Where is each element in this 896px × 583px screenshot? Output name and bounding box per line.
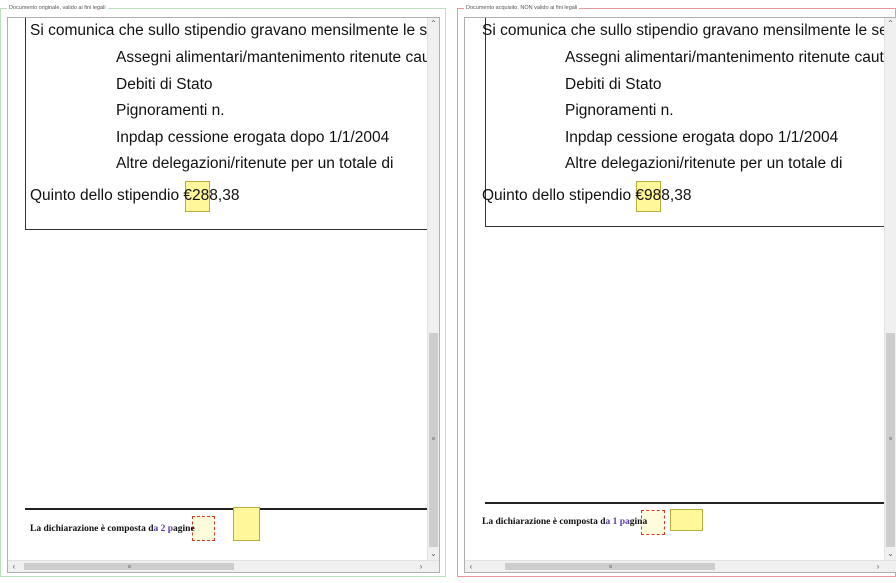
chevron-right-icon[interactable]: › <box>872 561 884 572</box>
quinto-currency: € <box>183 187 193 204</box>
horizontal-scrollbar[interactable]: ‹ › <box>465 560 896 572</box>
chevron-up-icon[interactable]: ⌃ <box>428 18 439 30</box>
list-item: Pignoramenti n. <box>116 102 225 119</box>
quinto-label: Quinto dello stipendio <box>30 187 184 204</box>
footer-rule <box>485 502 886 504</box>
footer-rest: gina <box>629 517 648 527</box>
footer-prefix: La dichiarazione è composta d <box>30 524 154 534</box>
quinto-diff-value: 98 <box>644 187 662 204</box>
footer-diff-text: a 1 pa <box>605 517 630 527</box>
chevron-right-icon[interactable]: › <box>415 561 427 572</box>
list-item: Pignoramenti n. <box>565 102 674 119</box>
scrollbar-thumb[interactable] <box>24 563 234 570</box>
diff-marker[interactable] <box>192 516 215 541</box>
scrollbar-thumb[interactable] <box>505 563 715 570</box>
intro-text: Si comunica che sullo stipendio gravano … <box>482 22 888 39</box>
scrollbar-thumb[interactable] <box>886 333 895 547</box>
document-viewer[interactable]: Si comunica che sullo stipendio gravano … <box>7 17 440 573</box>
intro-text: Si comunica che sullo stipendio gravano … <box>30 22 436 39</box>
document-page: Si comunica che sullo stipendio gravano … <box>8 18 439 558</box>
document-viewer[interactable]: Si comunica che sullo stipendio gravano … <box>464 17 896 573</box>
vertical-scrollbar[interactable]: ⌃ ⌄ <box>427 18 439 560</box>
vertical-scrollbar[interactable]: ⌃ ⌄ <box>884 18 896 560</box>
scrollbar-thumb[interactable] <box>429 333 438 547</box>
original-document-panel: Documento originale, valido ai fini lega… <box>0 4 446 577</box>
acquired-document-panel: Documento acquisito, NON valido ai fini … <box>457 4 896 577</box>
list-item: Assegni alimentari/mantenimento ritenute… <box>565 49 893 66</box>
footer-rest: agine <box>173 524 195 534</box>
document-page: Si comunica che sullo stipendio gravano … <box>465 18 892 558</box>
list-item: Assegni alimentari/mantenimento ritenute… <box>116 49 440 66</box>
list-item: Inpdap cessione erogata dopo 1/1/2004 <box>565 129 839 146</box>
chevron-left-icon[interactable]: ‹ <box>465 561 477 572</box>
grip-icon <box>432 437 435 440</box>
quinto-currency: € <box>635 187 645 204</box>
list-item: Debiti di Stato <box>116 76 213 93</box>
chevron-down-icon[interactable]: ⌄ <box>428 548 439 560</box>
list-item: Inpdap cessione erogata dopo 1/1/2004 <box>116 129 390 146</box>
list-item: Altre delegazioni/ritenute per un totale… <box>116 155 394 172</box>
horizontal-scrollbar[interactable]: ‹ › <box>8 560 439 572</box>
grip-icon <box>128 565 131 568</box>
footer-page-count: La dichiarazione è composta da 2 pagine <box>30 524 195 534</box>
quinto-label: Quinto dello stipendio <box>482 187 636 204</box>
chevron-up-icon[interactable]: ⌃ <box>885 18 896 30</box>
list-item: Debiti di Stato <box>565 76 662 93</box>
quinto-value-rest: 8,38 <box>209 187 240 204</box>
quinto-value-rest: 8,38 <box>661 187 692 204</box>
panel-legend: Documento originale, valido ai fini lega… <box>7 4 108 13</box>
quinto-diff-value: 28 <box>192 187 210 204</box>
quinto-line: Quinto dello stipendio €288,38 <box>30 187 239 205</box>
footer-rule <box>25 508 429 510</box>
footer-diff-text: a 2 p <box>153 524 174 534</box>
grip-icon <box>609 565 612 568</box>
footer-page-count: La dichiarazione è composta da 1 pagina <box>482 517 647 527</box>
chevron-down-icon[interactable]: ⌄ <box>885 548 896 560</box>
diff-highlight[interactable] <box>233 507 260 541</box>
list-item: Altre delegazioni/ritenute per un totale… <box>565 155 843 172</box>
footer-prefix: La dichiarazione è composta d <box>482 517 606 527</box>
quinto-line: Quinto dello stipendio €988,38 <box>482 187 691 205</box>
panel-legend: Documento acquisito, NON valido ai fini … <box>464 4 580 13</box>
chevron-left-icon[interactable]: ‹ <box>8 561 20 572</box>
diff-highlight[interactable] <box>670 509 703 531</box>
grip-icon <box>889 437 892 440</box>
